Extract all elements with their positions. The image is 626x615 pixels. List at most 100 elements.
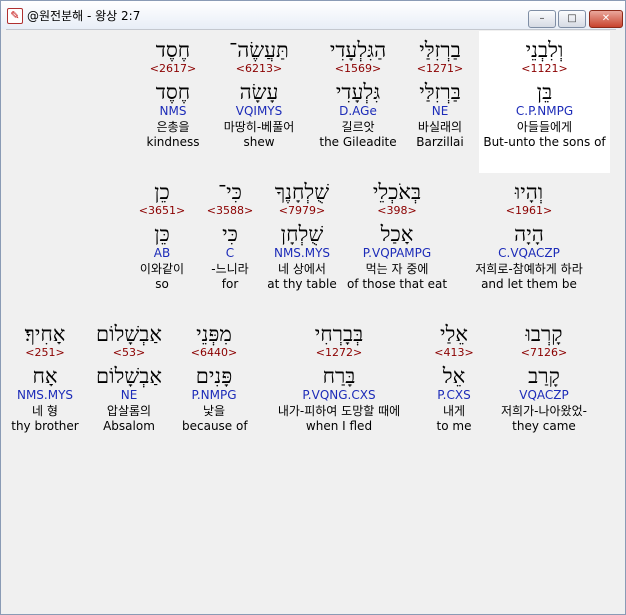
word-cell[interactable]: חֶסֶד <2617> חֶסֶד NMS 은총을 kindness: [140, 38, 206, 150]
strong-number[interactable]: <413>: [428, 346, 480, 360]
word-cell[interactable]: מִפְּנֵי <6440> פָּנִים P.NMPG 낯을 becaus…: [182, 322, 248, 434]
parse-code: NMS.MYS: [16, 388, 74, 402]
hebrew-word: בְּבָרְחִי: [314, 322, 364, 346]
hebrew-word: בַרְזִלַּי: [419, 38, 461, 62]
word-cell[interactable]: בְּאֹכְלֵי <398> אָכַל P.VQPAMPG 먹는 자 중에…: [345, 180, 449, 292]
english-gloss: thy brother: [11, 419, 79, 433]
strong-number[interactable]: <1961>: [455, 204, 603, 218]
hebrew-root: בָּרַח: [322, 364, 356, 388]
strong-number[interactable]: <3651>: [130, 204, 194, 218]
word-cell-selected[interactable]: וְלִבְנֵי <1121> בֵּן C.P.NMPG 아들들에게 But…: [479, 38, 610, 150]
english-gloss: of those that eat: [346, 277, 448, 291]
hebrew-word: וְהָיוּ: [514, 180, 544, 204]
hebrew-root: אֵל: [442, 364, 466, 388]
parse-code: P.VQNG.CXS: [302, 388, 376, 402]
window-title: @원전분해 - 왕상 2:7: [27, 9, 141, 23]
korean-gloss: 이와같이: [139, 262, 185, 276]
hebrew-root: עָשָׂה: [239, 80, 279, 104]
word-cell[interactable]: כֵן <3651> כֵּן AB 이와같이 so: [130, 180, 194, 292]
strong-number[interactable]: <398>: [345, 204, 449, 218]
english-gloss: the Gileadite: [319, 135, 397, 149]
minimize-button[interactable]: –: [528, 10, 556, 28]
english-gloss: Absalom: [103, 419, 155, 433]
strong-number[interactable]: <1271>: [403, 62, 477, 76]
hebrew-root: אָכַל: [380, 222, 414, 246]
english-gloss: so: [155, 277, 169, 291]
parse-code: D.AGe: [339, 104, 377, 118]
korean-gloss: 네 상에서: [278, 262, 326, 276]
word-cell[interactable]: תַּעֲשֶׂה־ <6213> עָשָׂה VQIMYS 마땅히-베풀어 …: [208, 38, 310, 150]
english-gloss: Barzillai: [416, 135, 464, 149]
english-gloss: But-unto the sons of: [483, 135, 606, 149]
korean-gloss: 은총을: [156, 120, 190, 134]
hebrew-word: קָרְבוּ: [525, 322, 563, 346]
korean-gloss: 낯을: [202, 404, 226, 418]
hebrew-root: הָיָה: [514, 222, 544, 246]
hebrew-word: וְלִבְנֵי: [525, 38, 564, 62]
hebrew-root: אַבְשָׁלוֹם: [96, 364, 162, 388]
hebrew-word: שֻׁלְחָנֶךָ: [274, 180, 330, 204]
parse-code: AB: [153, 246, 171, 260]
english-gloss: they came: [512, 419, 576, 433]
word-cell[interactable]: אַבְשָׁלוֹם <53> אַבְשָׁלוֹם NE 압살롬의 Abs…: [86, 322, 172, 434]
hebrew-root: חֶסֶד: [155, 80, 191, 104]
korean-gloss: 저희가-나아왔었-: [501, 404, 587, 418]
korean-gloss: 아들들에게: [516, 120, 573, 134]
strong-number[interactable]: <7979>: [264, 204, 340, 218]
parse-code: C.VQACZP: [498, 246, 560, 260]
english-gloss: because of: [182, 419, 248, 433]
hebrew-root: אָח: [32, 364, 58, 388]
maximize-button[interactable]: □: [558, 10, 586, 28]
document-icon[interactable]: ✎: [7, 8, 23, 24]
word-cell[interactable]: קָרְבוּ <7126> קָרַב VQACZP 저희가-나아왔었- th…: [480, 322, 608, 434]
word-cell[interactable]: אֵלַי <413> אֵל P.CXS 내게 to me: [428, 322, 480, 434]
word-cell[interactable]: כִּי־ <3588> כִּי C -느니라 for: [202, 180, 258, 292]
hebrew-root: כִּי: [222, 222, 238, 246]
hebrew-word: מִפְּנֵי: [196, 322, 232, 346]
parse-code: P.CXS: [437, 388, 471, 402]
korean-gloss: 바실래의: [417, 120, 463, 134]
strong-number[interactable]: <53>: [86, 346, 172, 360]
strong-number[interactable]: <1569>: [316, 62, 400, 76]
hebrew-word: חֶסֶד: [155, 38, 191, 62]
strong-number[interactable]: <1121>: [479, 62, 610, 76]
hebrew-word: כֵן: [154, 180, 170, 204]
hebrew-root: בֵּן: [536, 80, 553, 104]
parse-code: C: [225, 246, 235, 260]
strong-number[interactable]: <2617>: [140, 62, 206, 76]
english-gloss: to me: [436, 419, 472, 433]
strong-number[interactable]: <6440>: [182, 346, 246, 360]
word-cell[interactable]: וְהָיוּ <1961> הָיָה C.VQACZP 저희로-참예하게 하…: [455, 180, 603, 292]
strong-number[interactable]: <3588>: [202, 204, 258, 218]
strong-number[interactable]: <1272>: [256, 346, 422, 360]
word-cell[interactable]: אָחִיךָ׃ <251> אָח NMS.MYS 네 형 thy broth…: [10, 322, 80, 434]
title-bar[interactable]: ✎ @원전분해 - 왕상 2:7 – □ ✕: [1, 1, 625, 29]
close-button[interactable]: ✕: [589, 10, 623, 28]
strong-number[interactable]: <7126>: [480, 346, 608, 360]
parse-code: NE: [431, 104, 449, 118]
parse-code: VQACZP: [519, 388, 569, 402]
hebrew-root: שֻׁלְחָן: [280, 222, 324, 246]
hebrew-word: בְּאֹכְלֵי: [372, 180, 422, 204]
word-cell[interactable]: בַרְזִלַּי <1271> בַּרְזִלַּי NE 바실래의 Ba…: [403, 38, 477, 150]
hebrew-word: הַגִּלְעָדִי: [329, 38, 387, 62]
korean-gloss: 내게: [442, 404, 466, 418]
strong-number[interactable]: <251>: [10, 346, 80, 360]
parse-code: P.VQPAMPG: [362, 246, 432, 260]
english-gloss: kindness: [146, 135, 200, 149]
strong-number[interactable]: <6213>: [208, 62, 310, 76]
hebrew-root: כֵּן: [154, 222, 170, 246]
word-cell[interactable]: שֻׁלְחָנֶךָ <7979> שֻׁלְחָן NMS.MYS 네 상에…: [264, 180, 340, 292]
parse-code: NE: [120, 388, 138, 402]
word-cell[interactable]: הַגִּלְעָדִי <1569> גִּלְעָדִי D.AGe 길르앗…: [316, 38, 400, 150]
hebrew-root: גִּלְעָדִי: [335, 80, 381, 104]
english-gloss: and let them be: [481, 277, 577, 291]
hebrew-word: כִּי־: [218, 180, 242, 204]
korean-gloss: 먹는 자 중에: [365, 262, 429, 276]
word-cell[interactable]: בְּבָרְחִי <1272> בָּרַח P.VQNG.CXS 내가-피…: [256, 322, 422, 434]
english-gloss: shew: [243, 135, 275, 149]
hebrew-root: קָרַב: [528, 364, 560, 388]
korean-gloss: 네 형: [32, 404, 58, 418]
hebrew-word: אַבְשָׁלוֹם: [96, 322, 162, 346]
parse-code: P.NMPG: [191, 388, 237, 402]
